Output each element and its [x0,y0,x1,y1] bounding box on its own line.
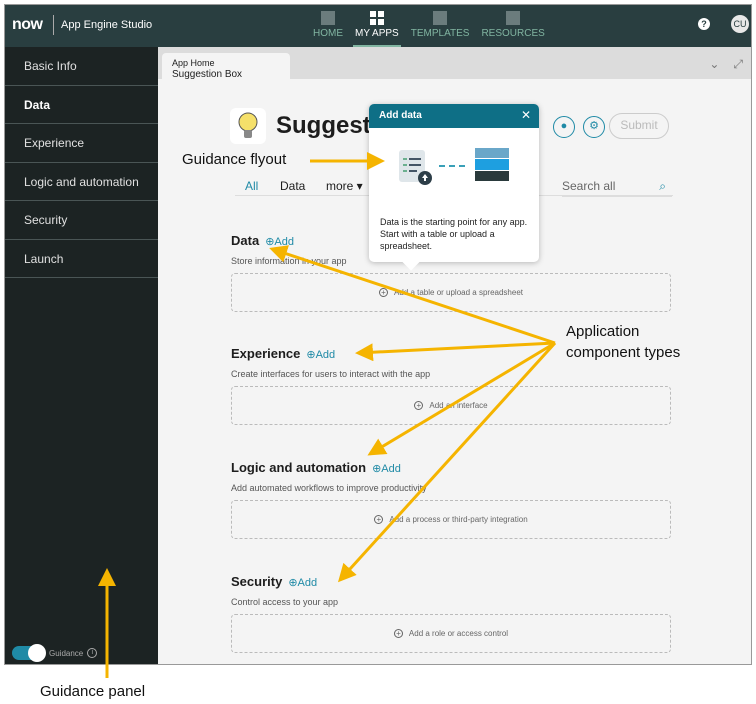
arrow-to-logic [367,341,556,456]
annotation-arrows [98,152,557,678]
arrow-to-experience [355,341,556,362]
arrow-to-security [337,341,557,583]
arrow-to-data [269,245,556,345]
